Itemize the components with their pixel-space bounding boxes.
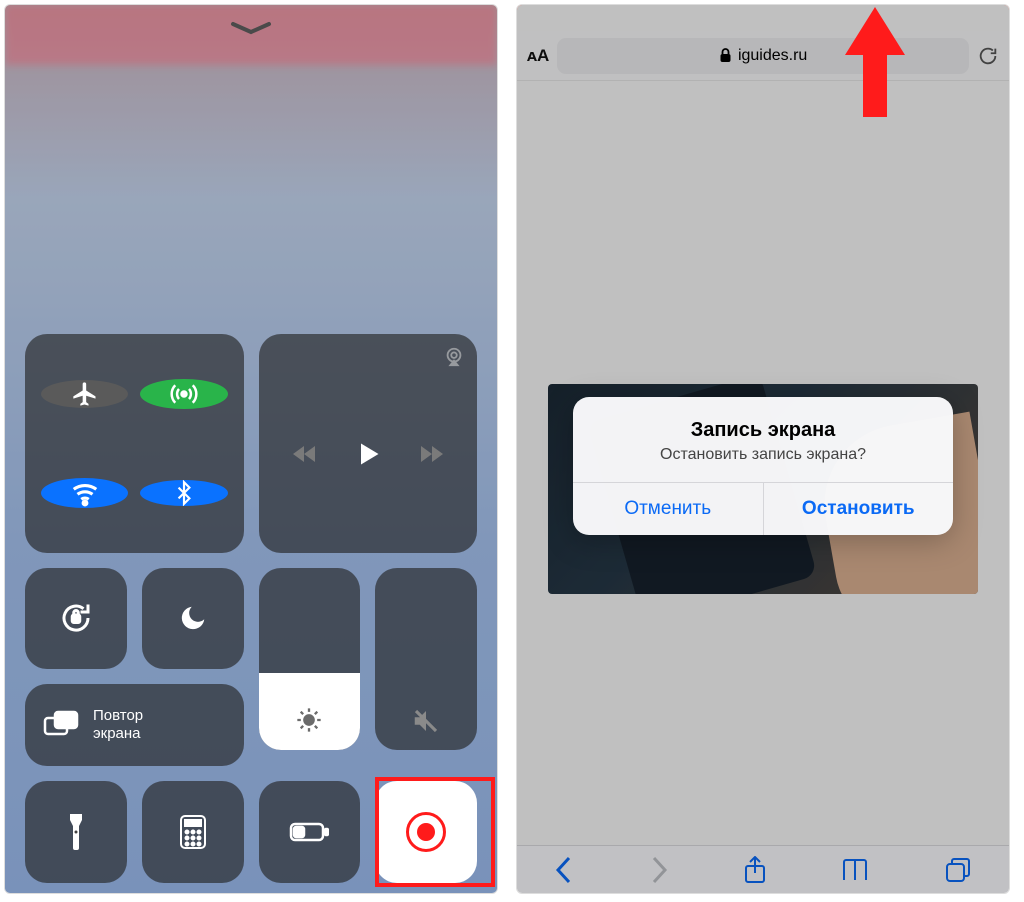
wifi-toggle[interactable] [41,478,128,508]
calculator-icon [180,815,206,849]
safari-screenshot: MTS RUS Wi-Fi 14:03 43 % ᴀA iguides.ru М… [516,4,1010,894]
flashlight-button[interactable] [25,781,127,883]
screen-record-button[interactable] [375,781,477,883]
airplane-mode-toggle[interactable] [41,380,128,408]
mute-icon [411,706,441,736]
moon-icon [178,603,208,633]
chevron-down-icon[interactable] [227,20,275,38]
screen-mirroring-label: Повтор экрана [93,707,143,743]
control-center-grid: Повтор экрана [25,334,477,883]
alert-stop-button[interactable]: Остановить [764,483,954,535]
forward-icon[interactable] [418,444,444,464]
battery-icon [289,821,329,843]
bluetooth-toggle[interactable] [140,480,227,506]
low-power-button[interactable] [259,781,361,883]
antenna-icon [169,379,199,409]
wifi-icon [70,478,100,508]
airplay-icon[interactable] [443,346,465,368]
alert-cancel-button[interactable]: Отменить [573,483,764,535]
screen-mirroring-icon [43,710,79,740]
calculator-button[interactable] [142,781,244,883]
media-module[interactable] [259,334,478,553]
alert-title: Запись экрана [591,419,935,442]
orientation-lock-toggle[interactable] [25,568,127,670]
alert-message: Остановить запись экрана? [591,446,935,464]
cellular-data-toggle[interactable] [140,379,227,409]
bluetooth-icon [171,480,197,506]
lock-rotation-icon [58,600,94,636]
airplane-icon [71,380,99,408]
control-center-screenshot: Повтор экрана [4,4,498,894]
connectivity-module[interactable] [25,334,244,553]
brightness-icon [295,706,323,734]
screen-mirroring-button[interactable]: Повтор экрана [25,684,244,766]
volume-slider[interactable] [375,568,477,750]
flashlight-icon [65,814,87,850]
brightness-slider[interactable] [259,568,361,750]
record-icon [406,812,446,852]
do-not-disturb-toggle[interactable] [142,568,244,670]
stop-recording-alert: Запись экрана Остановить запись экрана? … [573,397,953,535]
play-icon[interactable] [354,439,382,469]
rewind-icon[interactable] [292,444,318,464]
